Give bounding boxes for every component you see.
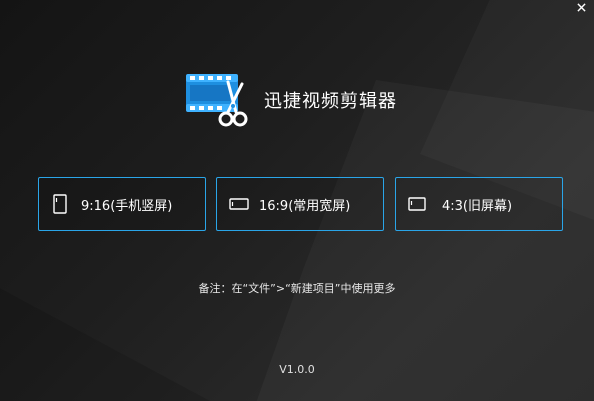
video-editor-logo-icon: [186, 74, 248, 127]
aspect-option-label: 16:9(常用宽屏): [259, 198, 351, 214]
close-button[interactable]: [572, 0, 590, 14]
close-icon: [576, 2, 586, 12]
app-brand: 迅捷视频剪辑器: [184, 72, 397, 128]
widescreen-frame-icon: [229, 197, 249, 211]
start-window: 迅捷视频剪辑器 9:16(手机竖屏) 16:9(常用宽屏) 4:3(旧屏幕) 备…: [0, 0, 594, 401]
footnote-text: 备注：在“文件”>“新建项目”中使用更多: [198, 282, 396, 295]
aspect-option-label: 4:3(旧屏幕): [442, 198, 513, 214]
aspect-option-label: 9:16(手机竖屏): [81, 198, 173, 214]
aspect-4-3-button[interactable]: 4:3(旧屏幕): [395, 177, 563, 231]
aspect-9-16-button[interactable]: 9:16(手机竖屏): [38, 177, 206, 231]
version-label: V1.0.0: [279, 363, 315, 376]
portrait-frame-icon: [53, 194, 67, 214]
aspect-16-9-button[interactable]: 16:9(常用宽屏): [216, 177, 384, 231]
standard-frame-icon: [408, 197, 426, 211]
background-facet: [250, 80, 594, 401]
app-title: 迅捷视频剪辑器: [264, 91, 397, 112]
